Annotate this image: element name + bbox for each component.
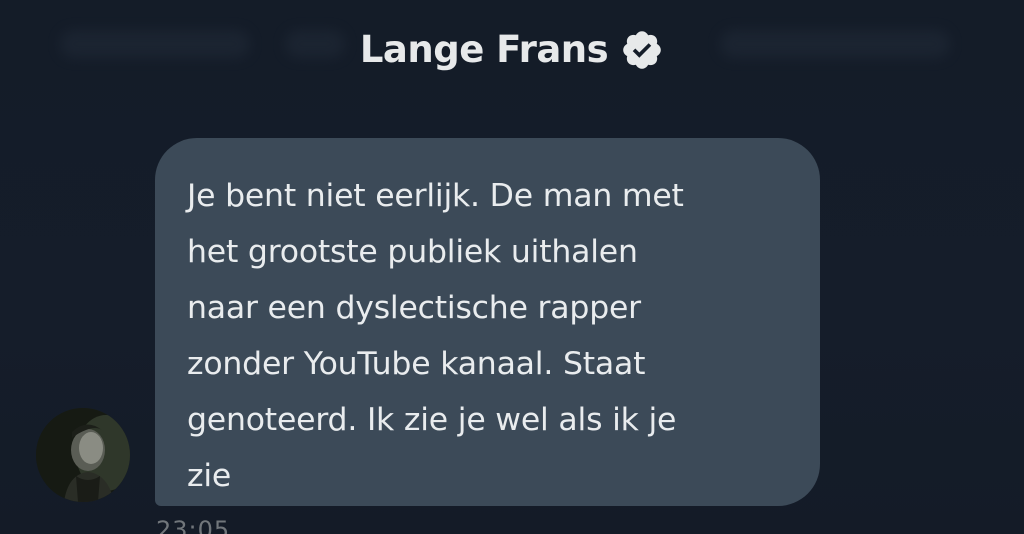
avatar[interactable]	[36, 408, 130, 502]
message-bubble[interactable]: Je bent niet eerlijk. De man met het gro…	[155, 138, 820, 506]
message-text: Je bent niet eerlijk. De man met het gro…	[187, 178, 684, 494]
contact-name[interactable]: Lange Frans	[360, 28, 609, 71]
conversation-header[interactable]: Lange Frans	[0, 24, 1024, 74]
message-timestamp: 23:05	[156, 516, 231, 534]
verified-badge-icon	[620, 28, 664, 72]
dm-conversation-screen: Lange Frans Je bent niet eerlijk. De man…	[0, 0, 1024, 534]
